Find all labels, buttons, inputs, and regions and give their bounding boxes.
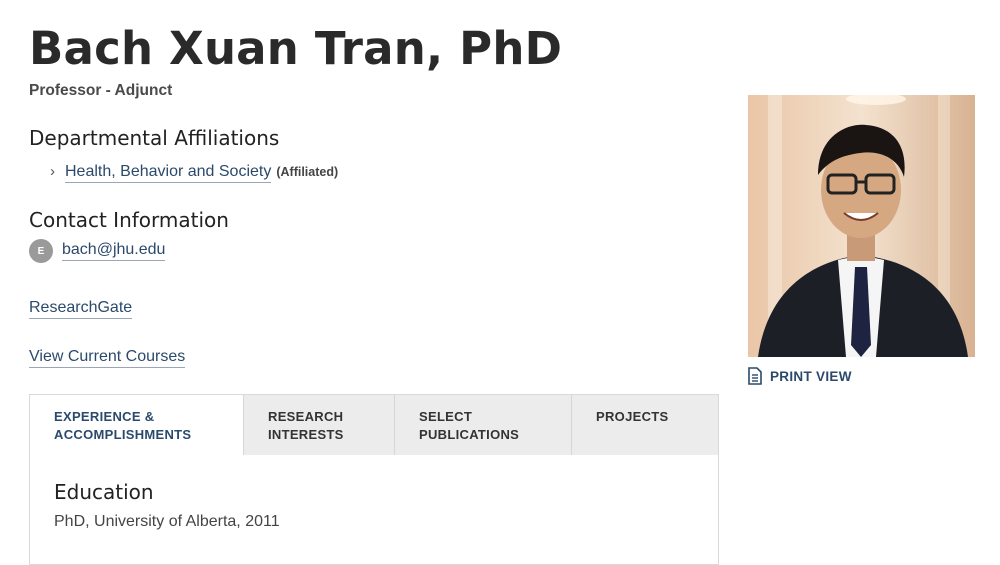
profile-tabs: EXPERIENCE & ACCOMPLISHMENTS RESEARCH IN… <box>29 394 719 456</box>
email-link[interactable]: bach@jhu.edu <box>62 241 166 261</box>
print-view-label: PRINT VIEW <box>770 368 852 384</box>
education-entry: PhD, University of Alberta, 2011 <box>54 513 280 530</box>
contact-email-row: E bach@jhu.edu <box>29 239 166 263</box>
tab-projects[interactable]: PROJECTS <box>571 395 718 456</box>
tab-label-line1: EXPERIENCE & <box>54 409 155 424</box>
document-icon <box>748 367 762 385</box>
tab-label-line2: PUBLICATIONS <box>419 427 520 442</box>
researchgate-link[interactable]: ResearchGate <box>29 299 133 319</box>
tab-select-publications[interactable]: SELECT PUBLICATIONS <box>394 395 571 456</box>
tab-experience-accomplishments[interactable]: EXPERIENCE & ACCOMPLISHMENTS <box>30 395 243 456</box>
profile-photo <box>748 95 975 357</box>
view-courses-link[interactable]: View Current Courses <box>29 348 186 368</box>
contact-heading: Contact Information <box>29 208 229 232</box>
affiliation-tag: (Affiliated) <box>276 165 339 179</box>
tab-label-line1: SELECT <box>419 409 473 424</box>
education-heading: Education <box>54 480 154 504</box>
page-title: Bach Xuan Tran, PhD <box>29 22 563 75</box>
chevron-right-icon: › <box>50 163 55 180</box>
email-icon: E <box>29 239 53 263</box>
tab-label-line2: ACCOMPLISHMENTS <box>54 427 192 442</box>
tab-panel: Education PhD, University of Alberta, 20… <box>29 455 719 565</box>
tab-label-line2: INTERESTS <box>268 427 344 442</box>
affiliations-heading: Departmental Affiliations <box>29 126 280 150</box>
affiliation-link[interactable]: Health, Behavior and Society <box>65 163 272 183</box>
tab-research-interests[interactable]: RESEARCH INTERESTS <box>243 395 394 456</box>
tab-label-line1: PROJECTS <box>596 409 669 424</box>
tab-label-line1: RESEARCH <box>268 409 344 424</box>
affiliation-item: › Health, Behavior and Society (Affiliat… <box>50 163 338 183</box>
print-view-button[interactable]: PRINT VIEW <box>748 367 852 385</box>
position-title: Professor - Adjunct <box>29 82 173 99</box>
